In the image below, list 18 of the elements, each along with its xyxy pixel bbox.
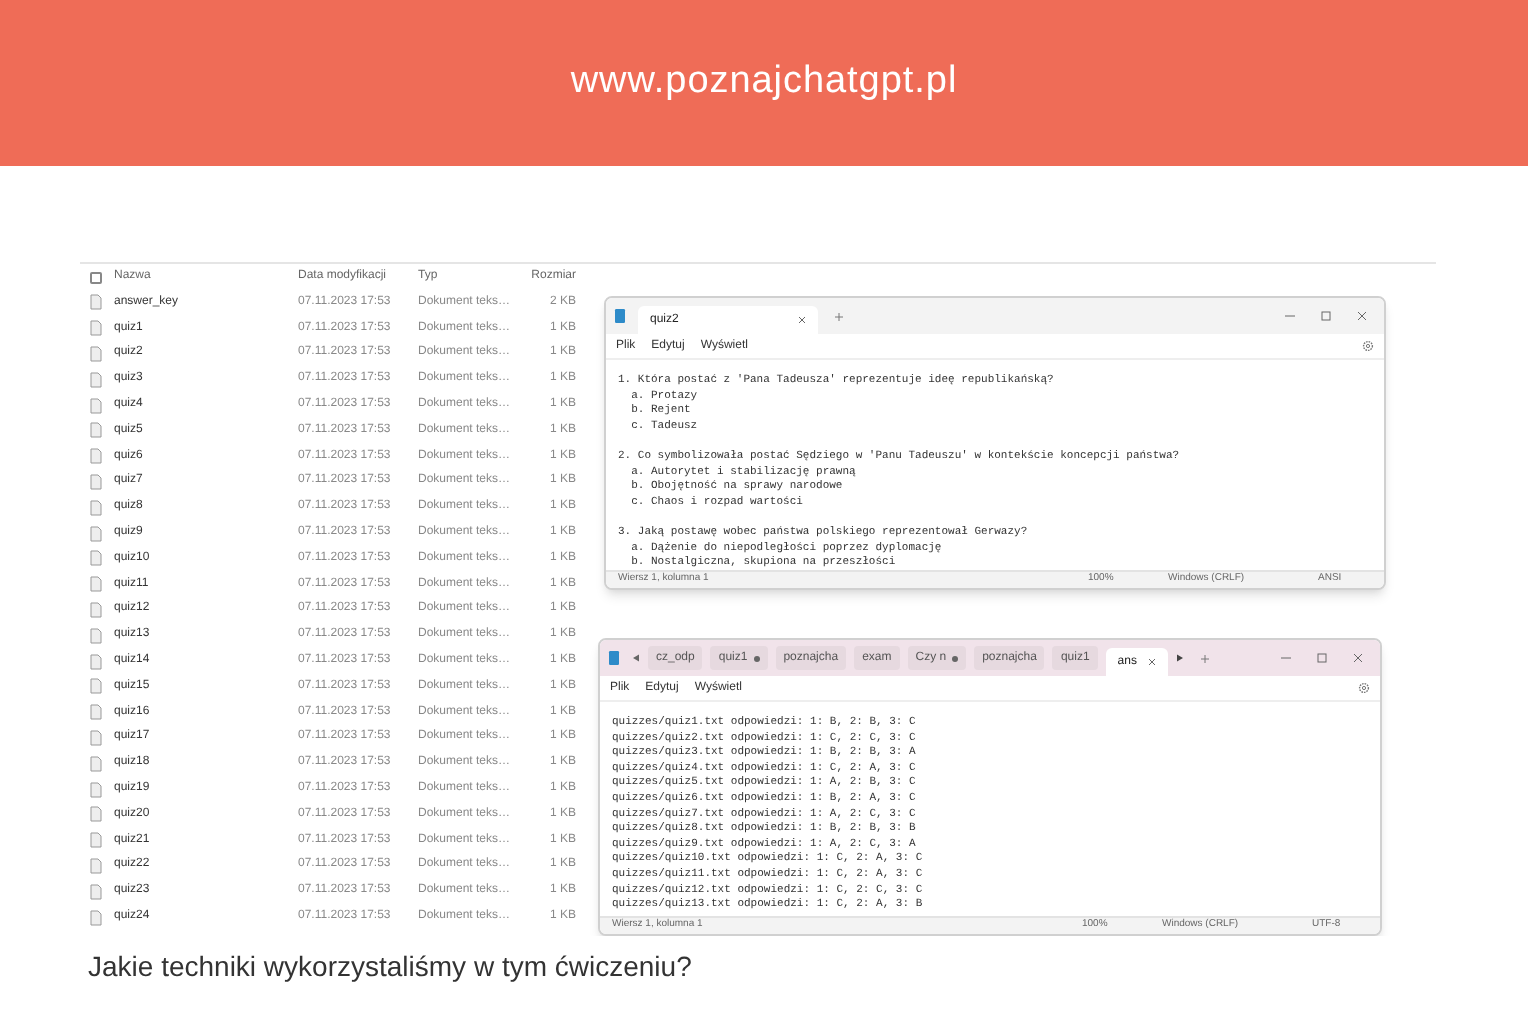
text-area[interactable] bbox=[606, 358, 1384, 570]
text-area[interactable] bbox=[600, 700, 1380, 916]
close-icon[interactable] bbox=[1352, 652, 1364, 664]
close-icon[interactable] bbox=[1356, 310, 1368, 322]
add-tab-icon[interactable] bbox=[1200, 653, 1211, 663]
notepad-icon bbox=[608, 650, 620, 666]
notepad-icon bbox=[614, 308, 626, 324]
maximize-icon[interactable] bbox=[1320, 310, 1332, 322]
close-icon[interactable] bbox=[798, 316, 806, 324]
settings-icon[interactable] bbox=[1358, 682, 1370, 694]
scroll-right-icon[interactable] bbox=[1176, 654, 1185, 662]
checkbox[interactable] bbox=[90, 271, 102, 283]
settings-icon[interactable] bbox=[1362, 340, 1374, 352]
scroll-left-icon[interactable] bbox=[632, 654, 640, 662]
maximize-icon[interactable] bbox=[1316, 652, 1328, 664]
question-text: Jakie techniki wykorzystaliśmy w tym ćwiczeniu? bbox=[88, 948, 694, 986]
add-tab-icon[interactable] bbox=[834, 311, 844, 321]
close-icon[interactable] bbox=[1148, 658, 1157, 666]
